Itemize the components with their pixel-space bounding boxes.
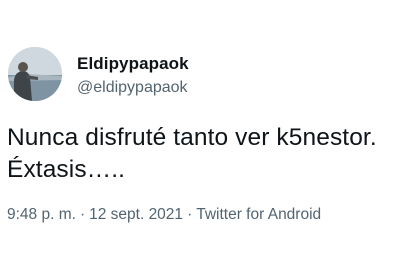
tweet-text: Nunca disfruté tanto ver k5nestor. Éxtas… <box>7 122 417 186</box>
tweet-text-line-2: Éxtasis….. <box>7 156 126 183</box>
separator: · <box>79 206 86 223</box>
tweet-card: Eldipypapaok @eldipypapaok Nunca disfrut… <box>0 0 420 280</box>
author-names: Eldipypapaok @eldipypapaok <box>77 54 189 98</box>
separator: · <box>187 206 193 223</box>
tweet-date[interactable]: 12 sept. 2021 <box>89 206 183 223</box>
tweet-meta: 9:48 p. m. · 12 sept. 2021 · Twitter for And… <box>7 206 321 224</box>
avatar[interactable] <box>8 47 62 101</box>
tweet-text-line-1: Nunca disfruté tanto ver k5nestor. <box>7 124 377 151</box>
tweet-time[interactable]: 9:48 p. m. <box>7 206 76 223</box>
tweet-source[interactable]: Twitter for Android <box>196 206 321 223</box>
user-handle[interactable]: @eldipypapaok <box>77 78 189 98</box>
display-name[interactable]: Eldipypapaok <box>77 54 189 74</box>
profile-photo-icon <box>8 47 62 101</box>
